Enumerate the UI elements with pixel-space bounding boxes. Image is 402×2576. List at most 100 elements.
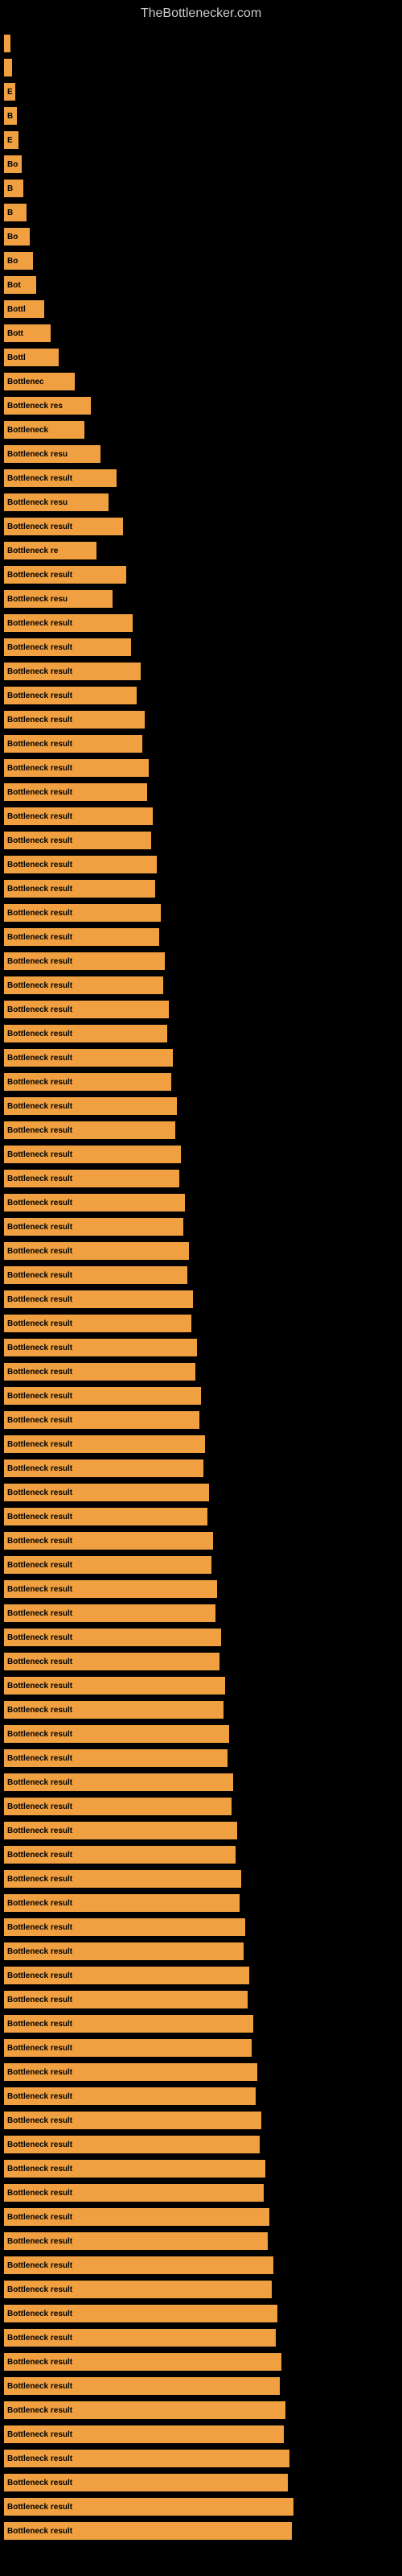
bar-label: Bottleneck result <box>7 740 72 749</box>
bar-label: Bottleneck result <box>7 1609 72 1618</box>
bar-row: Bottleneck result <box>4 1843 394 1866</box>
bar-label: Bottleneck result <box>7 788 72 797</box>
bar-row: Bottleneck result <box>4 2013 394 2035</box>
bar-row: Bo <box>4 250 394 272</box>
bar: Bottlenec <box>4 373 75 390</box>
bar: Bottleneck result <box>4 783 147 801</box>
bars-container: EBEBoBBBoBoBotBottlBottBottlBottlenecBot… <box>0 24 402 2552</box>
bar-row: Bottleneck result <box>4 1578 394 1600</box>
bar: Bottleneck result <box>4 1146 181 1163</box>
bar: Bottleneck result <box>4 2498 293 2516</box>
bar-label: Bottleneck result <box>7 1319 72 1328</box>
bar: Bottleneck result <box>4 663 141 680</box>
bar: Bottleneck result <box>4 1339 197 1356</box>
bar-label: Bottleneck result <box>7 474 72 483</box>
bar-row: Bottleneck result <box>4 2520 394 2542</box>
bar-label: Bottleneck result <box>7 1392 72 1401</box>
bar-label: Bottleneck result <box>7 2358 72 2367</box>
bar-row: Bottleneck res <box>4 394 394 417</box>
bar-label: Bottleneck result <box>7 1682 72 1690</box>
bar-row: Bottleneck result <box>4 1699 394 1721</box>
bar-row: Bottleneck result <box>4 1095 394 1117</box>
bar-label: Bottleneck result <box>7 1561 72 1570</box>
bar-label: Bottleneck result <box>7 2334 72 2343</box>
bar-label: Bottleneck result <box>7 1996 72 2004</box>
bar: Bottleneck <box>4 421 84 439</box>
bar-label: Bottleneck result <box>7 1657 72 1666</box>
bar: B <box>4 204 27 221</box>
bar-label: Bottleneck result <box>7 2237 72 2246</box>
bar: Bottleneck result <box>4 1846 236 1864</box>
bar-row: B <box>4 177 394 200</box>
bar-label: Bottleneck res <box>7 402 63 411</box>
bar: Bottleneck result <box>4 1218 183 1236</box>
bar-label: Bottleneck result <box>7 1633 72 1642</box>
bar-row: Bottleneck result <box>4 2471 394 2494</box>
bar-row: Bottleneck result <box>4 1481 394 1504</box>
bar: Bottleneck result <box>4 1435 205 1453</box>
bar-label: Bottleneck result <box>7 812 72 821</box>
bar: Bottleneck result <box>4 1967 249 1984</box>
bar-label: B <box>7 112 13 121</box>
bar-row: Bottleneck result <box>4 636 394 658</box>
bar-label: Bottleneck result <box>7 1416 72 1425</box>
bar-row: Bottlenec <box>4 370 394 393</box>
bar: Bott <box>4 324 51 342</box>
page-wrapper: TheBottlenecker.com EBEBoBBBoBoBotBottlB… <box>0 0 402 2552</box>
bar: Bottleneck result <box>4 2281 272 2298</box>
bar-label: Bo <box>7 160 18 169</box>
bar: Bottleneck result <box>4 2305 277 2322</box>
bar-row: Bottleneck result <box>4 926 394 948</box>
bar: Bottleneck result <box>4 1073 171 1091</box>
bar-label: Bottleneck result <box>7 2406 72 2415</box>
bar: Bottleneck result <box>4 2522 292 2540</box>
bar-row: Bottleneck result <box>4 2351 394 2373</box>
bar: Bot <box>4 276 36 294</box>
bar: Bottleneck result <box>4 2184 264 2202</box>
bar-label: Bottleneck result <box>7 1344 72 1352</box>
bar: Bottleneck result <box>4 1556 211 1574</box>
bar-label: Bottleneck result <box>7 1802 72 1811</box>
bar-label: Bottleneck result <box>7 2116 72 2125</box>
bar-row: Bottleneck result <box>4 2254 394 2277</box>
bar: Bottleneck result <box>4 1653 219 1670</box>
bar: Bo <box>4 228 30 246</box>
bar-row: Bottleneck result <box>4 1988 394 2011</box>
bar-label: Bottleneck result <box>7 2165 72 2174</box>
bar: Bottleneck result <box>4 880 155 898</box>
bar-label: Bottl <box>7 353 26 362</box>
bar-label: E <box>7 136 13 145</box>
bar-label: Bottleneck result <box>7 885 72 894</box>
bar-row: Bottleneck re <box>4 539 394 562</box>
bar: Bottleneck result <box>4 1991 248 2008</box>
bar-label: Bottleneck result <box>7 2454 72 2463</box>
bar: Bottleneck result <box>4 1629 221 1646</box>
bar-row: Bottleneck result <box>4 1868 394 1890</box>
bar: Bottleneck result <box>4 2232 268 2250</box>
bar: Bottleneck result <box>4 1942 244 1960</box>
bar: Bottleneck result <box>4 1290 193 1308</box>
bar: E <box>4 83 15 101</box>
bar-row: Bottleneck result <box>4 1191 394 1214</box>
bar-row: B <box>4 201 394 224</box>
bar-label: Bo <box>7 257 18 266</box>
bar-label: Bottleneck result <box>7 1247 72 1256</box>
bar-row: Bo <box>4 225 394 248</box>
bar-row: Bottleneck result <box>4 564 394 586</box>
bar-row: Bottleneck result <box>4 1071 394 1093</box>
bar-row: Bottleneck result <box>4 1795 394 1818</box>
bar: Bottleneck result <box>4 1121 175 1139</box>
bar-row: Bottleneck result <box>4 1916 394 1938</box>
bar-label: Bottleneck result <box>7 2310 72 2318</box>
bar-row: Bottleneck result <box>4 781 394 803</box>
bar-label: Bottleneck re <box>7 547 58 555</box>
bar: Bottleneck result <box>4 1773 233 1791</box>
bar: Bottleneck result <box>4 2015 253 2033</box>
bar-label: Bottleneck result <box>7 1368 72 1377</box>
bar: Bottl <box>4 300 44 318</box>
bar-label: Bottleneck result <box>7 691 72 700</box>
bar: Bottleneck result <box>4 832 151 849</box>
bar-label: Bottleneck result <box>7 2285 72 2294</box>
bar-row: Bottleneck result <box>4 2109 394 2132</box>
bar-label: Bottleneck result <box>7 1537 72 1546</box>
